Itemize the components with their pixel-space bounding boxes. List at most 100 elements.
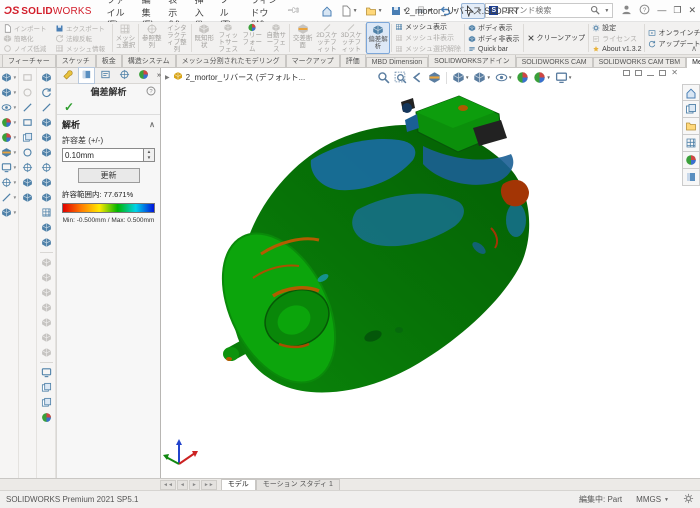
deviation-analysis-button[interactable]: 偏差解析 bbox=[366, 22, 390, 54]
reference-geometry-icon[interactable] bbox=[41, 300, 52, 315]
line-tool-icon[interactable] bbox=[22, 100, 33, 115]
home-icon[interactable] bbox=[318, 3, 336, 19]
fillet-icon[interactable] bbox=[41, 190, 52, 205]
view-orientation-icon[interactable]: ▼ bbox=[1, 70, 17, 85]
display-style-icon[interactable]: ▼ bbox=[1, 85, 17, 100]
interactive-align-button[interactable]: インタラクティブ整列 bbox=[164, 22, 190, 54]
edit-appearance-icon[interactable] bbox=[515, 70, 530, 85]
search-icon[interactable] bbox=[590, 5, 600, 17]
tree-expand-icon[interactable]: ▶ bbox=[165, 74, 170, 81]
edit-appearance-icon[interactable]: ▼ bbox=[1, 115, 17, 130]
tab--[interactable]: スケッチ bbox=[56, 54, 96, 67]
tab-solidworks-[interactable]: SOLIDWORKSアドイン bbox=[428, 54, 515, 67]
section-view-icon[interactable]: ▼ bbox=[1, 145, 17, 160]
mesh-show-button[interactable]: メッシュ表示 bbox=[395, 22, 461, 32]
wrap-icon[interactable] bbox=[41, 255, 52, 270]
apply-scene-icon[interactable]: ▼ bbox=[1, 130, 17, 145]
stepper-down-icon[interactable]: ▼ bbox=[144, 155, 154, 161]
displaymanager-tab-icon[interactable] bbox=[135, 67, 152, 84]
view-settings-icon[interactable]: ▼ bbox=[554, 70, 573, 85]
curves-icon[interactable] bbox=[41, 315, 52, 330]
rectangle-tool-icon[interactable] bbox=[22, 115, 33, 130]
panel-help-icon[interactable]: ? bbox=[146, 86, 156, 98]
hide-show-items-icon[interactable]: ▼ bbox=[1, 100, 17, 115]
view-palette-icon[interactable] bbox=[682, 135, 700, 152]
camera-view-icon[interactable]: ▼ bbox=[1, 160, 17, 175]
sketch-pattern-icon[interactable] bbox=[22, 190, 33, 205]
doc-restore-icon[interactable] bbox=[623, 70, 630, 76]
freeform-button[interactable]: フリーフォーム bbox=[240, 22, 264, 54]
doc-minimize-icon[interactable] bbox=[647, 75, 654, 76]
mesh-selection-button[interactable]: メッシュ選択 bbox=[113, 22, 137, 54]
propertymanager-tab-icon[interactable] bbox=[78, 67, 95, 84]
known-shape-button[interactable]: 既知形状 bbox=[192, 22, 216, 54]
graphics-area[interactable]: ▶ 2_mortor_リバース (デフォルト... ▼▼▼▼▼ ✕ bbox=[161, 68, 700, 478]
minimize-button[interactable]: — bbox=[657, 6, 666, 15]
tab-first-icon[interactable]: ◄◄ bbox=[160, 480, 176, 490]
section-collapse-icon[interactable]: ∧ bbox=[149, 120, 155, 129]
about-button[interactable]: About v1.3.2 bbox=[592, 45, 641, 53]
online-tutorial-button[interactable]: オンラインチュートリアル bbox=[648, 28, 700, 38]
edit-component-icon[interactable] bbox=[41, 380, 52, 395]
instant2d-icon[interactable] bbox=[41, 365, 52, 380]
sketch-fit-2d-button[interactable]: 2Dスケッチフィット bbox=[315, 22, 339, 54]
unit-system-selector[interactable]: MMGS ▼ bbox=[636, 495, 669, 504]
tab-solidworks-cam-tbm[interactable]: SOLIDWORKS CAM TBM bbox=[593, 57, 687, 67]
doc-cascade-icon[interactable] bbox=[635, 70, 642, 76]
cross-section-button[interactable]: 交差断面 bbox=[291, 22, 315, 54]
status-tag-icon[interactable] bbox=[683, 493, 694, 506]
section-view-icon[interactable] bbox=[427, 70, 442, 85]
file-explorer-icon[interactable] bbox=[682, 118, 700, 135]
sketch-tool-icon[interactable] bbox=[22, 70, 33, 85]
featuremanager-tab-icon[interactable] bbox=[59, 67, 76, 84]
design-library-icon[interactable] bbox=[682, 101, 700, 118]
tab--[interactable]: 板金 bbox=[96, 54, 122, 67]
tab-prev-icon[interactable]: ◄ bbox=[177, 480, 188, 490]
hole-wizard-icon[interactable] bbox=[41, 160, 52, 175]
quick-bar-button[interactable]: Quick bar bbox=[468, 45, 520, 53]
zoom-to-area-icon[interactable] bbox=[393, 70, 408, 85]
instant3d-icon[interactable]: ▼ bbox=[1, 205, 17, 220]
offset-entities-icon[interactable] bbox=[22, 130, 33, 145]
cleanup-button[interactable]: クリーンアップ bbox=[527, 33, 586, 43]
extruded-cut-icon[interactable] bbox=[41, 145, 52, 160]
tolerance-input[interactable] bbox=[62, 148, 144, 162]
tolerance-stepper[interactable]: ▲ ▼ bbox=[144, 148, 155, 162]
open-icon[interactable]: ▼ bbox=[362, 3, 386, 19]
tab--[interactable]: フィーチャー bbox=[2, 54, 56, 67]
ribbon-collapse-icon[interactable]: ∧ bbox=[691, 44, 697, 53]
display-style-icon[interactable]: ▼ bbox=[472, 70, 491, 85]
tab-solidworks-cam[interactable]: SOLIDWORKS CAM bbox=[516, 57, 593, 67]
settings-button[interactable]: 設定 bbox=[592, 23, 641, 33]
pin-menu-icon[interactable]: 📌︎ bbox=[286, 3, 302, 19]
doc-maximize-icon[interactable] bbox=[659, 70, 666, 76]
analysis-section-header[interactable]: 解析 ∧ bbox=[57, 115, 160, 132]
revolved-cut-icon[interactable] bbox=[41, 175, 52, 190]
shell-icon[interactable] bbox=[41, 235, 52, 250]
tab-next-icon[interactable]: ► bbox=[189, 480, 200, 490]
model-tab-モーション-スタディ-1[interactable]: モーション スタディ 1 bbox=[256, 479, 340, 490]
flyout-feature-tree[interactable]: ▶ 2_mortor_リバース (デフォルト... bbox=[165, 71, 305, 83]
tab-mesh2surface[interactable]: Mesh2Surface bbox=[686, 57, 700, 68]
extruded-boss-icon[interactable] bbox=[41, 70, 52, 85]
new-document-icon[interactable]: ▼ bbox=[337, 3, 361, 19]
dimxpertmanager-tab-icon[interactable] bbox=[116, 67, 133, 84]
intersect-icon[interactable] bbox=[41, 270, 52, 285]
auto-surface-button[interactable]: 自動サーフェス bbox=[264, 22, 288, 54]
tab-mbd-dimension[interactable]: MBD Dimension bbox=[366, 57, 429, 67]
doc-close-icon[interactable]: ✕ bbox=[671, 69, 678, 77]
configurationmanager-tab-icon[interactable] bbox=[97, 67, 114, 84]
tab--[interactable]: 評価 bbox=[340, 54, 366, 67]
close-button[interactable]: ✕ bbox=[688, 6, 696, 15]
linear-pattern-icon[interactable] bbox=[41, 205, 52, 220]
apply-scene-icon[interactable]: ▼ bbox=[532, 70, 551, 85]
sketch-fit-3d-button[interactable]: 3Dスケッチフィット bbox=[339, 22, 363, 54]
lofted-boss-icon[interactable] bbox=[41, 115, 52, 130]
tab-last-icon[interactable]: ►► bbox=[201, 480, 217, 490]
trim-entities-icon[interactable] bbox=[22, 160, 33, 175]
weldment-icon[interactable] bbox=[41, 345, 52, 360]
view-orientation-icon[interactable]: ▼ bbox=[451, 70, 470, 85]
ok-button[interactable]: ✓ bbox=[64, 100, 74, 114]
display-state-icon[interactable] bbox=[41, 395, 52, 410]
tab--[interactable]: 構造システム bbox=[122, 54, 176, 67]
